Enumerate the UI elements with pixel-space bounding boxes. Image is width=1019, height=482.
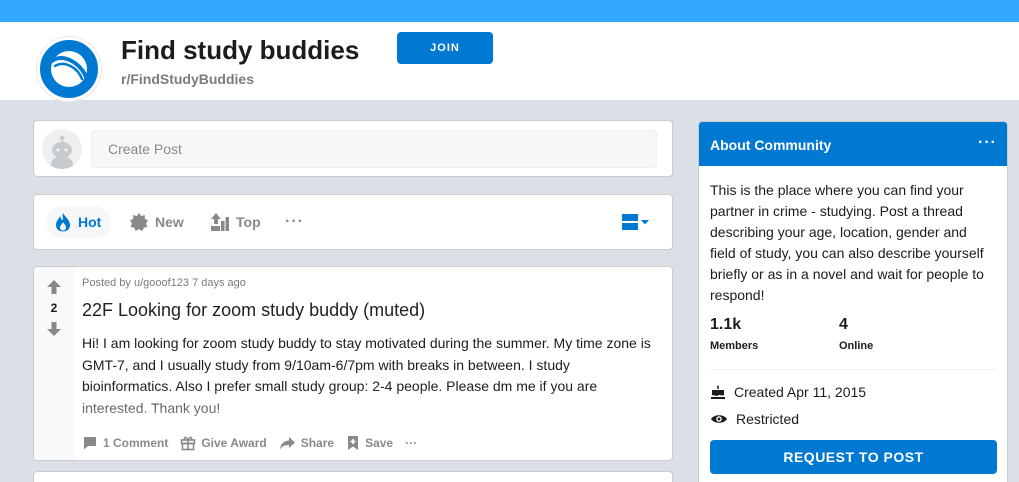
members-stat: 1.1k Members [710, 316, 758, 352]
upvote-icon[interactable] [46, 279, 62, 295]
gift-icon [181, 436, 196, 451]
created-date: Created Apr 11, 2015 [710, 384, 866, 400]
next-post-card[interactable] [33, 471, 673, 482]
top-icon [211, 213, 229, 231]
post-meta[interactable]: Posted by u/gooof123 7 days ago [82, 277, 246, 289]
give-award-button[interactable]: Give Award [180, 435, 267, 451]
about-more-button[interactable]: ··· [978, 134, 997, 152]
user-avatar[interactable] [42, 129, 82, 169]
online-count: 4 [839, 316, 848, 333]
sort-more-button[interactable]: ··· [285, 206, 304, 238]
post-more-button[interactable]: ··· [405, 436, 417, 450]
community-name: r/FindStudyBuddies [121, 71, 254, 87]
bookmark-plus-icon [348, 436, 359, 450]
create-post-input[interactable]: Create Post [91, 130, 657, 168]
save-button[interactable]: Save [346, 435, 393, 451]
share-icon [279, 437, 295, 450]
vote-column: 2 [34, 267, 74, 460]
community-icon [37, 37, 101, 101]
about-community-card: About Community ··· This is the place wh… [698, 121, 1008, 482]
post-actions: 1 Comment Give Award Share Save ··· [82, 435, 429, 451]
post-title[interactable]: 22F Looking for zoom study buddy (muted) [82, 300, 425, 321]
post-body-fade [74, 387, 672, 423]
sort-hot-label: Hot [78, 214, 102, 230]
online-label: Online [839, 340, 874, 352]
save-label: Save [365, 436, 394, 450]
about-header: About Community ··· [699, 122, 1007, 166]
online-stat: 4 Online [839, 316, 873, 352]
new-icon [130, 213, 148, 231]
flame-icon [56, 213, 70, 232]
sort-bar: Hot New Top ··· [33, 194, 673, 250]
create-post-bar: Create Post [33, 120, 673, 177]
restricted-status: Restricted [710, 411, 799, 427]
eye-icon [711, 415, 727, 423]
sort-new-label: New [155, 214, 184, 230]
members-count: 1.1k [710, 316, 742, 333]
vote-count: 2 [50, 301, 58, 315]
sort-new-tab[interactable]: New [129, 206, 184, 238]
view-toggle[interactable] [621, 213, 651, 231]
give-award-label: Give Award [201, 436, 267, 450]
about-title: About Community [710, 137, 832, 153]
share-button[interactable]: Share [279, 435, 334, 451]
chevron-down-icon [641, 220, 649, 225]
join-button[interactable]: JOIN [397, 32, 493, 64]
request-to-post-button[interactable]: REQUEST TO POST [710, 440, 997, 474]
comments-button[interactable]: 1 Comment [82, 435, 168, 451]
comments-label: 1 Comment [103, 436, 169, 450]
share-label: Share [300, 436, 335, 450]
view-card-icon [622, 214, 638, 230]
sort-top-tab[interactable]: Top [210, 206, 261, 238]
restricted-label: Restricted [736, 411, 800, 427]
community-header: Find study buddies r/FindStudyBuddies JO… [0, 22, 1019, 101]
community-title: Find study buddies [121, 35, 360, 65]
created-label: Created Apr 11, 2015 [734, 384, 867, 400]
community-description: This is the place where you can find you… [710, 182, 984, 303]
sort-hot-tab[interactable]: Hot [46, 206, 112, 238]
comment-icon [84, 437, 96, 450]
sort-top-label: Top [236, 214, 261, 230]
post-card[interactable]: 2 Posted by u/gooof123 7 days ago 22F Lo… [33, 266, 673, 461]
about-divider [710, 369, 997, 370]
cake-icon [711, 385, 725, 399]
downvote-icon[interactable] [46, 321, 62, 337]
members-label: Members [710, 340, 759, 352]
community-banner [0, 0, 1019, 22]
